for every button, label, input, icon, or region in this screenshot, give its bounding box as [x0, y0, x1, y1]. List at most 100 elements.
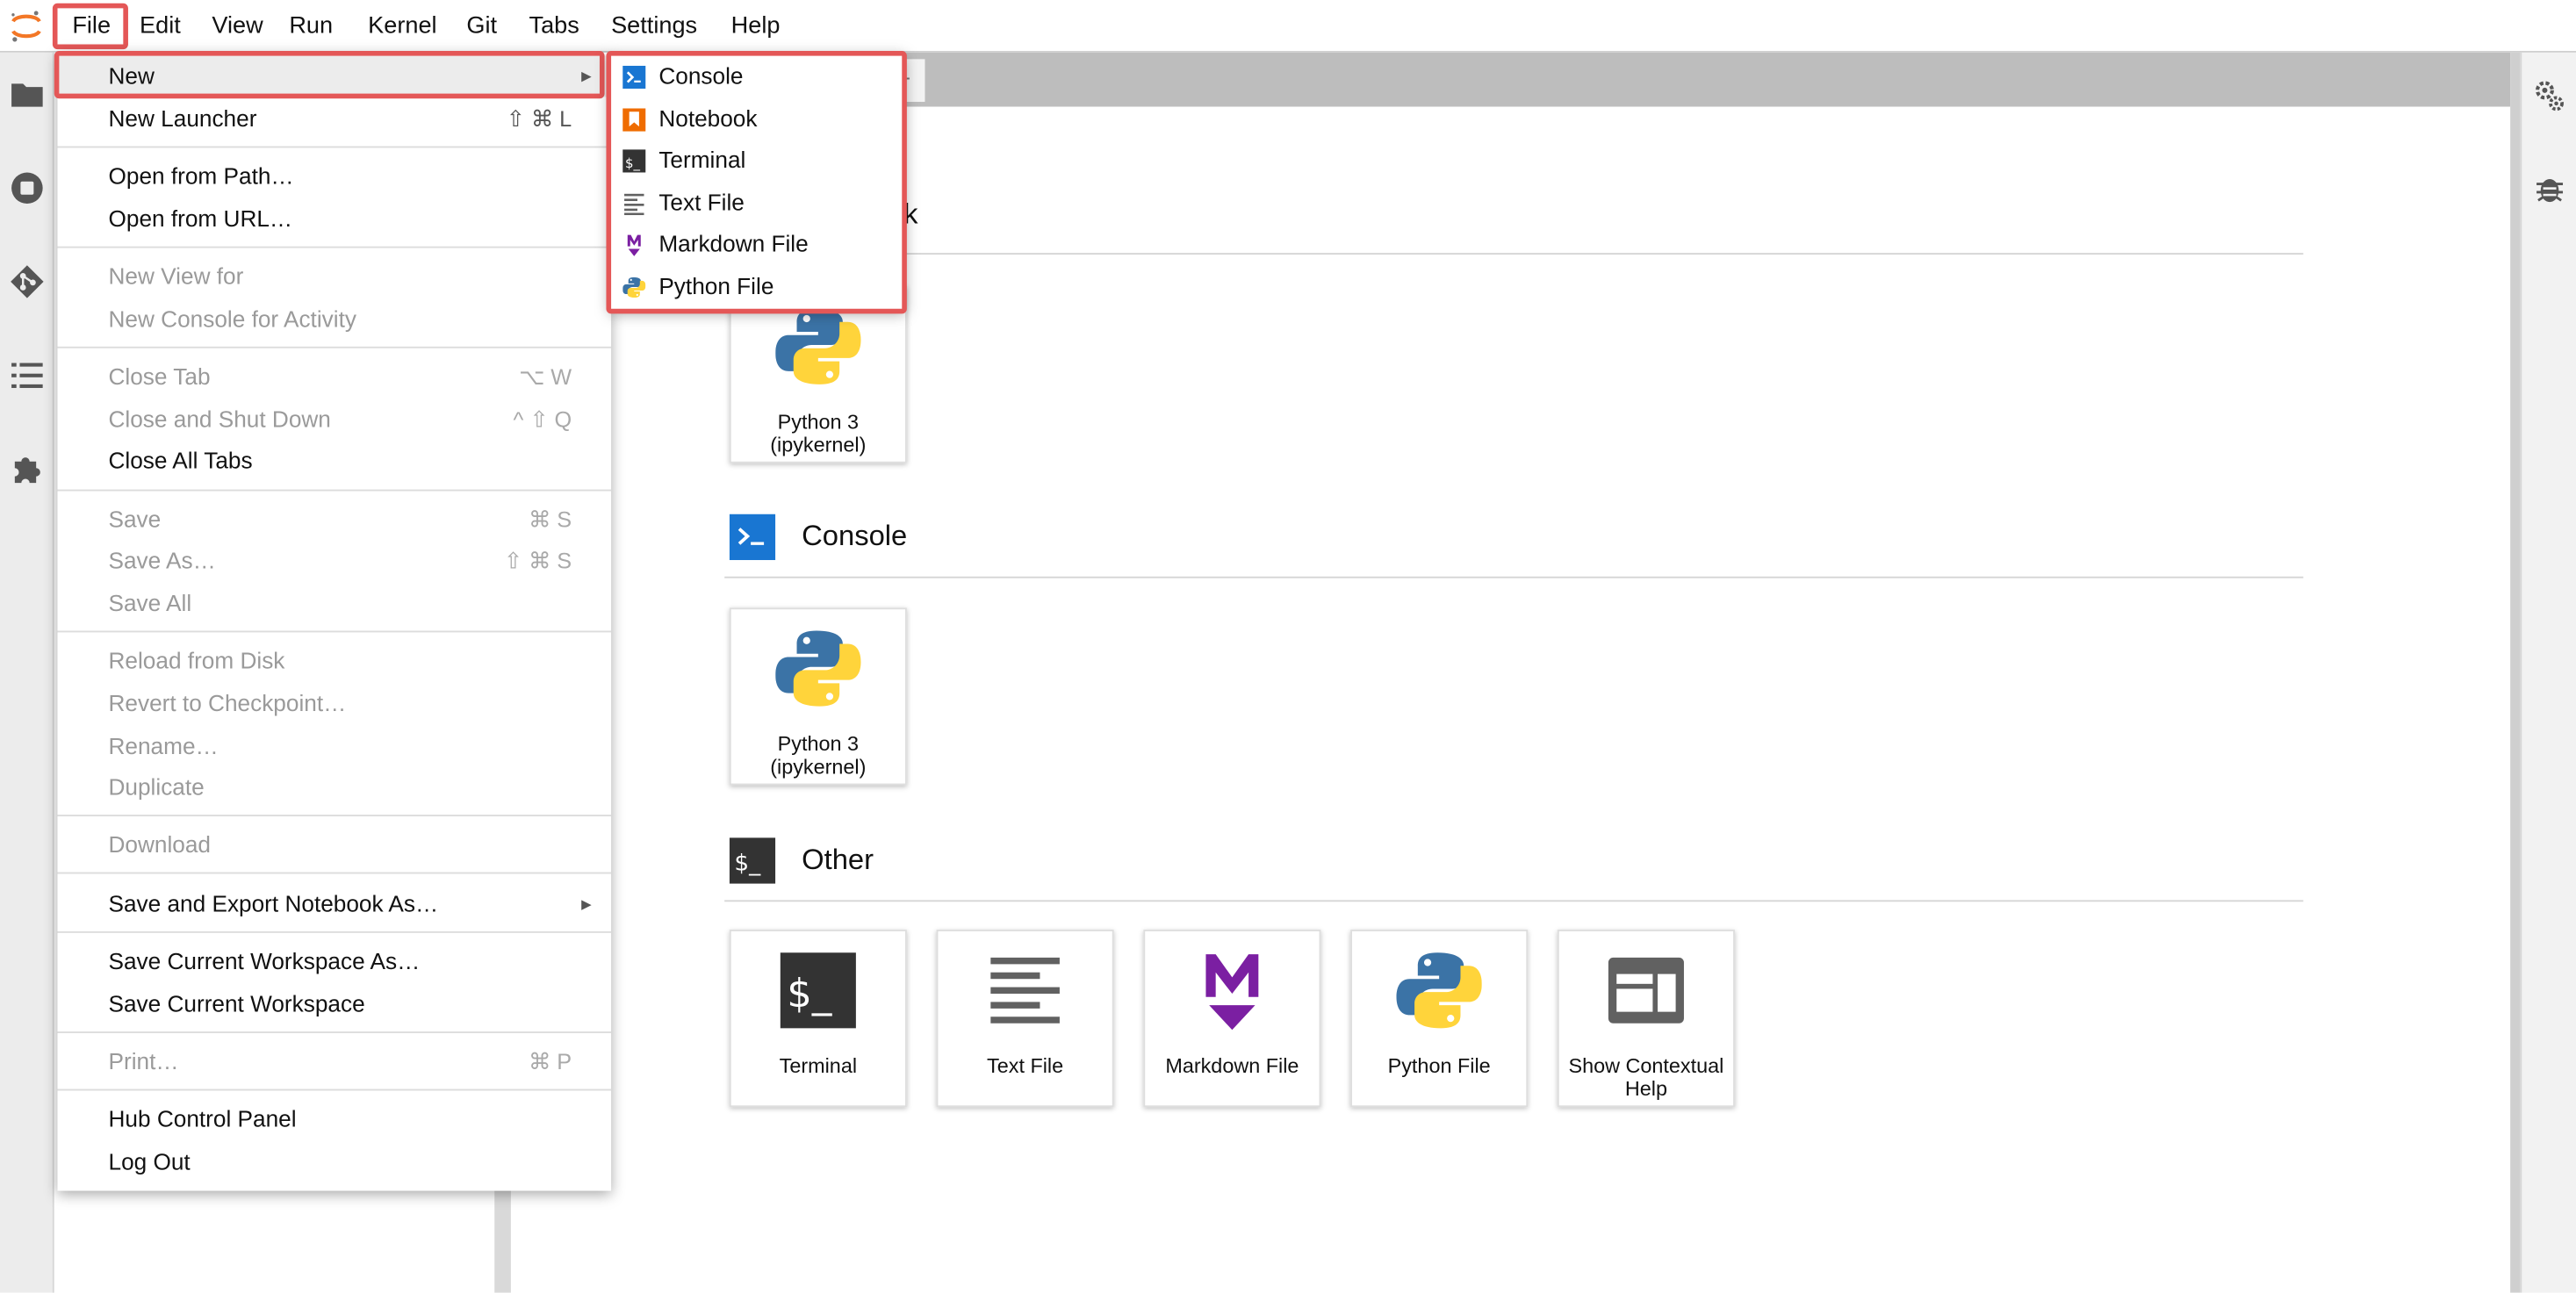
- menu-separator: [57, 1031, 612, 1033]
- item-label: New Launcher: [108, 104, 257, 132]
- right-sidebar: [2520, 52, 2576, 1293]
- menu-item-download: Download: [57, 824, 611, 866]
- svg-text:$_: $_: [734, 851, 761, 877]
- menu-item-hub-control-panel[interactable]: Hub Control Panel: [57, 1099, 611, 1140]
- menu-item-open-from-url[interactable]: Open from URL…: [57, 198, 611, 240]
- item-label: Open from URL…: [108, 205, 293, 232]
- menu-item-new-launcher[interactable]: New Launcher ⇧ ⌘ L: [57, 98, 611, 140]
- item-label: Print…: [108, 1047, 179, 1074]
- card-label: Python 3 (ipykernel): [770, 410, 867, 456]
- item-label: Reload from Disk: [108, 647, 285, 674]
- new-submenu-highlight: [606, 51, 907, 314]
- menu-separator: [57, 1088, 612, 1091]
- menu-item-revert-to-checkpoint: Revert to Checkpoint…: [57, 683, 611, 724]
- svg-text:$_: $_: [787, 970, 832, 1016]
- item-shortcut: ⇧ ⌘ L: [506, 106, 572, 132]
- item-label: Close Tab: [108, 363, 211, 390]
- left-sidebar: [0, 52, 54, 1293]
- terminal-icon: $_: [729, 837, 776, 884]
- python-icon: [1396, 948, 1481, 1033]
- contextual-help-icon: [1608, 957, 1684, 1024]
- menu-edit[interactable]: Edit: [125, 8, 195, 44]
- table-of-contents-icon[interactable]: [10, 358, 44, 392]
- item-label: Log Out: [108, 1147, 191, 1174]
- menu-separator: [57, 246, 612, 248]
- menu-item-save-and-export[interactable]: Save and Export Notebook As… ▶: [57, 884, 611, 925]
- menu-item-save-all: Save All: [57, 583, 611, 624]
- python-icon: [775, 304, 860, 389]
- item-label: Save As…: [108, 547, 216, 574]
- card-label: Show Contextual Help: [1568, 1054, 1724, 1100]
- terminal-icon: $_: [780, 952, 856, 1029]
- debugger-bug-icon[interactable]: [2535, 172, 2565, 205]
- property-inspector-gears-icon[interactable]: [2533, 77, 2565, 113]
- notebook-section-divider: [724, 253, 2304, 255]
- item-shortcut: ^ ⇧ Q: [513, 407, 572, 433]
- python-icon: [775, 626, 860, 711]
- item-label: Save: [108, 506, 162, 533]
- jupyter-logo-icon[interactable]: [8, 8, 44, 44]
- item-label: Save Current Workspace: [108, 990, 365, 1017]
- menu-run[interactable]: Run: [274, 8, 347, 44]
- item-label: Duplicate: [108, 773, 205, 801]
- menu-tabs[interactable]: Tabs: [514, 8, 594, 44]
- menu-item-new-view-for: New View for: [57, 256, 611, 298]
- menu-item-reload-from-disk: Reload from Disk: [57, 641, 611, 682]
- menu-item-close-all-tabs[interactable]: Close All Tabs: [57, 440, 611, 481]
- item-shortcut: ⇧ ⌘ S: [503, 548, 572, 574]
- item-label: Revert to Checkpoint…: [108, 689, 347, 716]
- console-section-divider: [724, 576, 2304, 578]
- menu-separator: [57, 346, 612, 348]
- card-label: Python 3 (ipykernel): [770, 732, 867, 778]
- menu-git[interactable]: Git: [452, 8, 512, 44]
- terminal-card[interactable]: $_ Terminal: [729, 930, 907, 1108]
- menu-separator: [57, 489, 612, 492]
- card-label: Python File: [1387, 1054, 1491, 1078]
- menu-settings[interactable]: Settings: [596, 8, 712, 44]
- console-python3-card[interactable]: Python 3 (ipykernel): [729, 607, 907, 786]
- text-file-icon: [990, 957, 1060, 1024]
- console-section-title: Console: [802, 519, 908, 552]
- card-label: Markdown File: [1165, 1054, 1299, 1078]
- python-file-card[interactable]: Python File: [1350, 930, 1529, 1108]
- menu-item-print: Print… ⌘ P: [57, 1041, 611, 1082]
- menu-item-rename: Rename…: [57, 726, 611, 767]
- menu-kernel[interactable]: Kernel: [353, 8, 451, 44]
- item-label: Save and Export Notebook As…: [108, 890, 439, 917]
- item-label: Save All: [108, 589, 192, 616]
- item-label: Rename…: [108, 732, 219, 759]
- main-scrollbar[interactable]: [2510, 52, 2521, 1293]
- item-label: Download: [108, 830, 212, 858]
- menu-item-log-out[interactable]: Log Out: [57, 1141, 611, 1182]
- menu-item-save-current-workspace[interactable]: Save Current Workspace: [57, 984, 611, 1025]
- other-section-divider: [724, 900, 2304, 902]
- menubar: File Edit View Run Kernel Git Tabs Setti…: [0, 0, 2576, 53]
- folder-icon[interactable]: [10, 77, 44, 111]
- card-label: Terminal: [779, 1054, 858, 1078]
- menu-separator: [57, 146, 612, 148]
- item-shortcut: ⌘ P: [529, 1049, 572, 1074]
- item-label: New View for: [108, 262, 244, 290]
- git-icon[interactable]: [10, 264, 44, 298]
- item-label: Hub Control Panel: [108, 1105, 297, 1132]
- item-label: Close All Tabs: [108, 446, 253, 473]
- menu-separator: [57, 872, 612, 874]
- item-label: Open from Path…: [108, 162, 294, 190]
- extension-puzzle-icon[interactable]: [10, 452, 44, 486]
- text-file-card[interactable]: Text File: [936, 930, 1114, 1108]
- menu-separator: [57, 630, 612, 633]
- contextual-help-card[interactable]: Show Contextual Help: [1557, 930, 1735, 1108]
- markdown-file-card[interactable]: Markdown File: [1143, 930, 1321, 1108]
- menu-help[interactable]: Help: [716, 8, 795, 44]
- menu-item-close-and-shut-down: Close and Shut Down ^ ⇧ Q: [57, 399, 611, 441]
- item-shortcut: ⌘ S: [529, 507, 572, 533]
- item-label: New Console for Activity: [108, 305, 356, 332]
- menu-item-save-current-workspace-as[interactable]: Save Current Workspace As…: [57, 941, 611, 982]
- item-label: Save Current Workspace As…: [108, 947, 421, 974]
- running-stop-icon[interactable]: [10, 171, 44, 205]
- card-label: Text File: [987, 1054, 1064, 1078]
- menu-item-open-from-path[interactable]: Open from Path…: [57, 156, 611, 198]
- other-section-title: Other: [802, 842, 874, 876]
- file-menu-highlight: [52, 3, 128, 50]
- menu-view[interactable]: View: [198, 8, 278, 44]
